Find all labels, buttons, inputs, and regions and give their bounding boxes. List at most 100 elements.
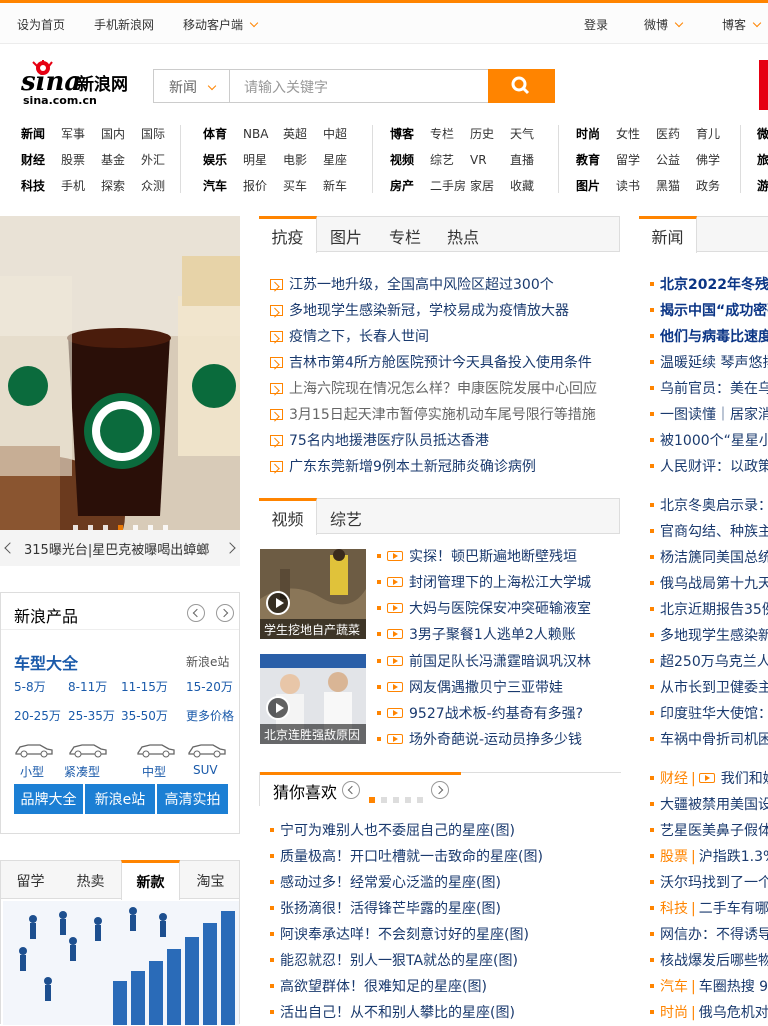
nav-link[interactable]: 读书 bbox=[616, 173, 640, 199]
news-link[interactable]: 车祸中骨折司机困在 bbox=[660, 732, 768, 748]
nav-link[interactable]: 电影 bbox=[283, 147, 307, 173]
nav-link[interactable]: 国内 bbox=[101, 121, 125, 147]
list-item[interactable]: 人民财评：以政策 bbox=[650, 454, 768, 480]
nav-link[interactable]: 天气 bbox=[510, 121, 534, 147]
nav-link[interactable]: 买车 bbox=[283, 173, 307, 199]
news-link[interactable]: 我们和姚 bbox=[721, 771, 768, 787]
nav-link[interactable]: 视频 bbox=[390, 147, 414, 173]
news-link[interactable]: 75名内地援港医疗队员抵达香港 bbox=[289, 433, 489, 449]
news-link[interactable]: 二手车有哪些 bbox=[699, 901, 768, 917]
nav-link[interactable]: 体育 bbox=[203, 121, 227, 147]
list-item[interactable]: 车祸中骨折司机困在 bbox=[650, 727, 768, 753]
list-item[interactable]: 场外奇葩说-运动员挣多少钱 bbox=[377, 727, 620, 753]
price-range-link[interactable]: 35-50万 bbox=[121, 707, 168, 724]
price-range-link[interactable]: 更多价格 bbox=[186, 707, 234, 724]
video-thumbnail[interactable]: 学生挖地自产蔬菜 bbox=[260, 549, 366, 639]
hd-photos-button[interactable]: 高清实拍 bbox=[157, 784, 228, 814]
list-item[interactable]: 印度驻华大使馆：印 bbox=[650, 701, 768, 727]
nav-link[interactable]: 明星 bbox=[243, 147, 267, 173]
list-item[interactable]: 上海六院现在情况怎么样？申康医院发展中心回应 bbox=[270, 376, 620, 402]
nav-link[interactable]: 收藏 bbox=[510, 173, 534, 199]
list-item[interactable]: 杨洁篪同美国总统国 bbox=[650, 545, 768, 571]
news-link[interactable]: 核战爆发后哪些物种 bbox=[660, 953, 768, 969]
video-link[interactable]: 场外奇葩说-运动员挣多少钱 bbox=[409, 732, 582, 748]
news-link[interactable]: 江苏一地升级，全国高中风险区超过300个 bbox=[289, 277, 554, 293]
nav-link[interactable]: VR bbox=[470, 147, 487, 173]
car-models-title[interactable]: 车型大全 bbox=[14, 650, 78, 674]
nav-link[interactable]: 股票 bbox=[61, 147, 85, 173]
price-range-link[interactable]: 15-20万 bbox=[186, 678, 233, 695]
nav-link[interactable]: 时尚 bbox=[576, 121, 600, 147]
shop-tab[interactable]: 新款 bbox=[121, 860, 180, 900]
nav-link[interactable]: 二手房 bbox=[430, 173, 466, 199]
news-link[interactable]: 多地现学生感染新冠 bbox=[660, 628, 768, 644]
news-link[interactable]: 印度驻华大使馆：印 bbox=[660, 706, 768, 722]
products-prev-icon[interactable] bbox=[187, 604, 205, 622]
nav-link[interactable]: 家居 bbox=[470, 173, 494, 199]
guess-link[interactable]: 张扬滴很！活得锋芒毕露的星座(图) bbox=[280, 901, 501, 917]
news-link[interactable]: 温暖延续 琴声悠扬 bbox=[660, 355, 768, 371]
nav-link[interactable]: 育儿 bbox=[696, 121, 720, 147]
mobile-sina-link[interactable]: 手机新浪网 bbox=[94, 16, 154, 33]
nav-link[interactable]: 汽车 bbox=[203, 173, 227, 199]
list-item[interactable]: 大妈与医院保安冲突砸输液室 bbox=[377, 596, 620, 622]
list-item[interactable]: 核战爆发后哪些物种 bbox=[650, 948, 768, 974]
nav-link[interactable]: 女性 bbox=[616, 121, 640, 147]
list-item[interactable]: 宁可为难别人也不委屈自己的星座(图) bbox=[270, 818, 620, 844]
news-link[interactable]: 人民财评：以政策 bbox=[660, 459, 768, 475]
nav-link[interactable]: 探索 bbox=[101, 173, 125, 199]
price-range-link[interactable]: 8-11万 bbox=[68, 678, 107, 695]
car-icon[interactable] bbox=[14, 740, 54, 758]
nav-link[interactable]: 新闻 bbox=[21, 121, 45, 147]
guess-link[interactable]: 活出自己！从不和别人攀比的星座(图) bbox=[280, 1005, 515, 1021]
nav-link[interactable]: 图片 bbox=[576, 173, 600, 199]
nav-link[interactable]: 军事 bbox=[61, 121, 85, 147]
headline-link[interactable]: 揭示中国“成功密码 bbox=[660, 303, 768, 319]
video-link[interactable]: 9527战术板-约基奇有多强? bbox=[409, 706, 583, 722]
news-link[interactable]: 官商勾结、种族主义 bbox=[660, 524, 768, 540]
list-item[interactable]: 汽车|车圈热搜 95- bbox=[650, 974, 768, 1000]
car-type-label[interactable]: 紧凑型 bbox=[64, 763, 100, 780]
nav-link[interactable]: 外汇 bbox=[141, 147, 165, 173]
news-link[interactable]: 上海六院现在情况怎么样？申康医院发展中心回应 bbox=[289, 381, 597, 397]
news-link[interactable]: 从市长到卫健委主任 bbox=[660, 680, 768, 696]
nav-link[interactable]: 综艺 bbox=[430, 147, 454, 173]
category-tag[interactable]: 股票 bbox=[660, 849, 688, 865]
search-input[interactable]: 请输入关键字 bbox=[244, 77, 328, 97]
news-link[interactable]: 多地现学生感染新冠，学校易成为疫情放大器 bbox=[289, 303, 569, 319]
list-item[interactable]: 俄乌战局第十九天 bbox=[650, 571, 768, 597]
car-icon[interactable] bbox=[68, 740, 108, 758]
guess-prev-icon[interactable] bbox=[342, 781, 360, 799]
list-item[interactable]: 阿谀奉承达咩！不会刻意讨好的星座(图) bbox=[270, 922, 620, 948]
video-link[interactable]: 大妈与医院保安冲突砸输液室 bbox=[409, 601, 591, 617]
list-item[interactable]: 多地现学生感染新冠 bbox=[650, 623, 768, 649]
nav-link[interactable]: 历史 bbox=[470, 121, 494, 147]
list-item[interactable]: 财经| 我们和姚 bbox=[650, 766, 768, 792]
price-range-link[interactable]: 5-8万 bbox=[14, 678, 46, 695]
nav-link[interactable]: 直播 bbox=[510, 147, 534, 173]
nav-link[interactable]: 中超 bbox=[323, 121, 347, 147]
list-item[interactable]: 官商勾结、种族主义 bbox=[650, 519, 768, 545]
set-home-link[interactable]: 设为首页 bbox=[17, 16, 65, 33]
list-item[interactable]: 质量极高！开口吐槽就一击致命的星座(图) bbox=[270, 844, 620, 870]
news-link[interactable]: 广东东莞新增9例本土新冠肺炎确诊病例 bbox=[289, 459, 536, 475]
list-item[interactable]: 感动过多！经常爱心泛滥的星座(图) bbox=[270, 870, 620, 896]
nav-link[interactable]: 微 bbox=[757, 121, 768, 147]
nav-link[interactable]: 教育 bbox=[576, 147, 600, 173]
tab-2[interactable]: 专栏 bbox=[376, 217, 434, 252]
list-item[interactable]: 被1000个“星星小人 bbox=[650, 428, 768, 454]
nav-link[interactable]: 手机 bbox=[61, 173, 85, 199]
shop-tab[interactable]: 留学 bbox=[1, 861, 60, 899]
nav-link[interactable]: 黑猫 bbox=[656, 173, 680, 199]
price-range-link[interactable]: 25-35万 bbox=[68, 707, 115, 724]
nav-link[interactable]: 医药 bbox=[656, 121, 680, 147]
sina-logo[interactable]: sina 新浪网 sina.com.cn bbox=[20, 59, 131, 107]
weibo-menu[interactable]: 微博 bbox=[644, 16, 684, 33]
guess-dot-active[interactable] bbox=[369, 797, 375, 803]
slideshow-caption[interactable]: 315曝光台|星巴克被曝喝出蟑螂 bbox=[0, 530, 240, 566]
guess-dot[interactable] bbox=[393, 797, 399, 803]
nav-link[interactable]: 政务 bbox=[696, 173, 720, 199]
list-item[interactable]: 广东东莞新增9例本土新冠肺炎确诊病例 bbox=[270, 454, 620, 480]
list-item[interactable]: 北京冬奥启示录：奏 bbox=[650, 493, 768, 519]
news-link[interactable]: 大疆被禁用美国设计 bbox=[660, 797, 768, 813]
